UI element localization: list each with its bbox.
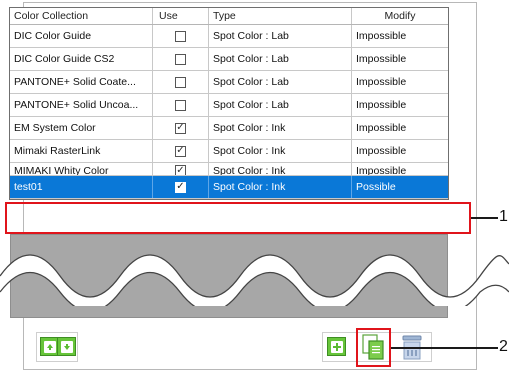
table-row[interactable]: Mimaki RasterLink ✓ Spot Color : Ink Imposs… xyxy=(10,140,448,163)
plus-icon xyxy=(330,340,343,353)
table-row[interactable]: PANTONE+ Solid Coate... Spot Color : Lab I… xyxy=(10,71,448,94)
cell-use: ✓ xyxy=(153,140,209,162)
cell-modify: Possible xyxy=(356,181,396,193)
callout-line-2 xyxy=(391,347,498,349)
cell-color-collection: PANTONE+ Solid Uncoa... xyxy=(10,94,153,116)
color-collection-table: Color Collection Use Type Modify DIC Col… xyxy=(9,7,449,200)
cell-color-collection: test01 xyxy=(10,176,153,198)
arrow-down-icon xyxy=(60,340,73,353)
cell-color-collection: EM System Color xyxy=(10,117,153,139)
header-type[interactable]: Type xyxy=(209,8,352,24)
header-use[interactable]: Use xyxy=(153,8,209,24)
cell-type: Spot Color : Lab xyxy=(209,25,352,47)
table-row[interactable]: DIC Color Guide Spot Color : Lab Impossibl… xyxy=(10,25,448,48)
table-header: Color Collection Use Type Modify xyxy=(10,8,448,25)
move-down-button[interactable] xyxy=(57,337,76,356)
copy-icon xyxy=(362,334,384,360)
use-checkbox[interactable] xyxy=(175,53,186,65)
cell-type: Spot Color : Lab xyxy=(209,94,352,116)
table-row-selected[interactable]: test01 ✓ Spot Color : Ink Possible xyxy=(10,176,448,199)
callout-line-1 xyxy=(471,217,498,219)
highlight-selected-row xyxy=(5,202,471,234)
use-checkbox-checked[interactable]: ✓ xyxy=(175,122,186,134)
arrow-up-icon xyxy=(43,340,56,353)
cell-use: ✓ xyxy=(153,117,209,139)
table-row[interactable]: PANTONE+ Solid Uncoa... Spot Color : Lab I… xyxy=(10,94,448,117)
callout-number-2: 2 xyxy=(499,338,508,355)
cell-color-collection: PANTONE+ Solid Coate... xyxy=(10,71,153,93)
cell-color-collection: Mimaki RasterLink xyxy=(10,140,153,162)
cell-use xyxy=(153,25,209,47)
table-row[interactable]: EM System Color ✓ Spot Color : Ink Impossib… xyxy=(10,117,448,140)
table-row[interactable]: DIC Color Guide CS2 Spot Color : Lab Impos… xyxy=(10,48,448,71)
cell-use xyxy=(153,48,209,70)
cell-modify: Impossible xyxy=(356,165,407,175)
cell-modify: Impossible xyxy=(356,122,407,134)
use-checkbox[interactable] xyxy=(175,76,186,88)
header-modify[interactable]: Modify xyxy=(352,8,448,24)
cell-use: ✓ xyxy=(153,163,209,175)
cell-color-collection: DIC Color Guide CS2 xyxy=(10,48,153,70)
duplicate-collection-button[interactable] xyxy=(360,333,386,361)
cell-modify: Impossible xyxy=(356,145,407,157)
use-checkbox[interactable] xyxy=(175,99,186,111)
use-checkbox-checked[interactable]: ✓ xyxy=(175,181,186,193)
add-collection-button[interactable] xyxy=(327,337,346,356)
cell-modify: Impossible xyxy=(356,99,407,111)
callout-number-1: 1 xyxy=(499,208,508,225)
cell-use xyxy=(153,71,209,93)
break-wave-icon xyxy=(0,254,509,306)
cell-type: Spot Color : Lab xyxy=(209,71,352,93)
cell-type: Spot Color : Ink xyxy=(209,163,352,175)
table-body: DIC Color Guide Spot Color : Lab Impossibl… xyxy=(10,25,448,199)
use-checkbox[interactable] xyxy=(175,30,186,42)
use-checkbox-checked[interactable]: ✓ xyxy=(175,145,186,157)
cell-use xyxy=(153,94,209,116)
header-color-collection[interactable]: Color Collection xyxy=(10,8,153,24)
cell-modify: Impossible xyxy=(356,30,407,42)
cell-color-collection: MIMAKI Whity Color xyxy=(10,163,153,175)
cell-type: Spot Color : Ink xyxy=(209,140,352,162)
cell-type: Spot Color : Ink xyxy=(209,117,352,139)
cell-type: Spot Color : Lab xyxy=(209,48,352,70)
cell-color-collection: DIC Color Guide xyxy=(10,25,153,47)
cell-type: Spot Color : Ink xyxy=(209,176,352,198)
cell-modify: Impossible xyxy=(356,53,407,65)
table-row[interactable]: MIMAKI Whity Color ✓ Spot Color : Ink Impos… xyxy=(10,163,448,176)
use-checkbox-checked[interactable]: ✓ xyxy=(175,165,186,175)
cell-modify: Impossible xyxy=(356,76,407,88)
cell-use: ✓ xyxy=(153,176,209,198)
